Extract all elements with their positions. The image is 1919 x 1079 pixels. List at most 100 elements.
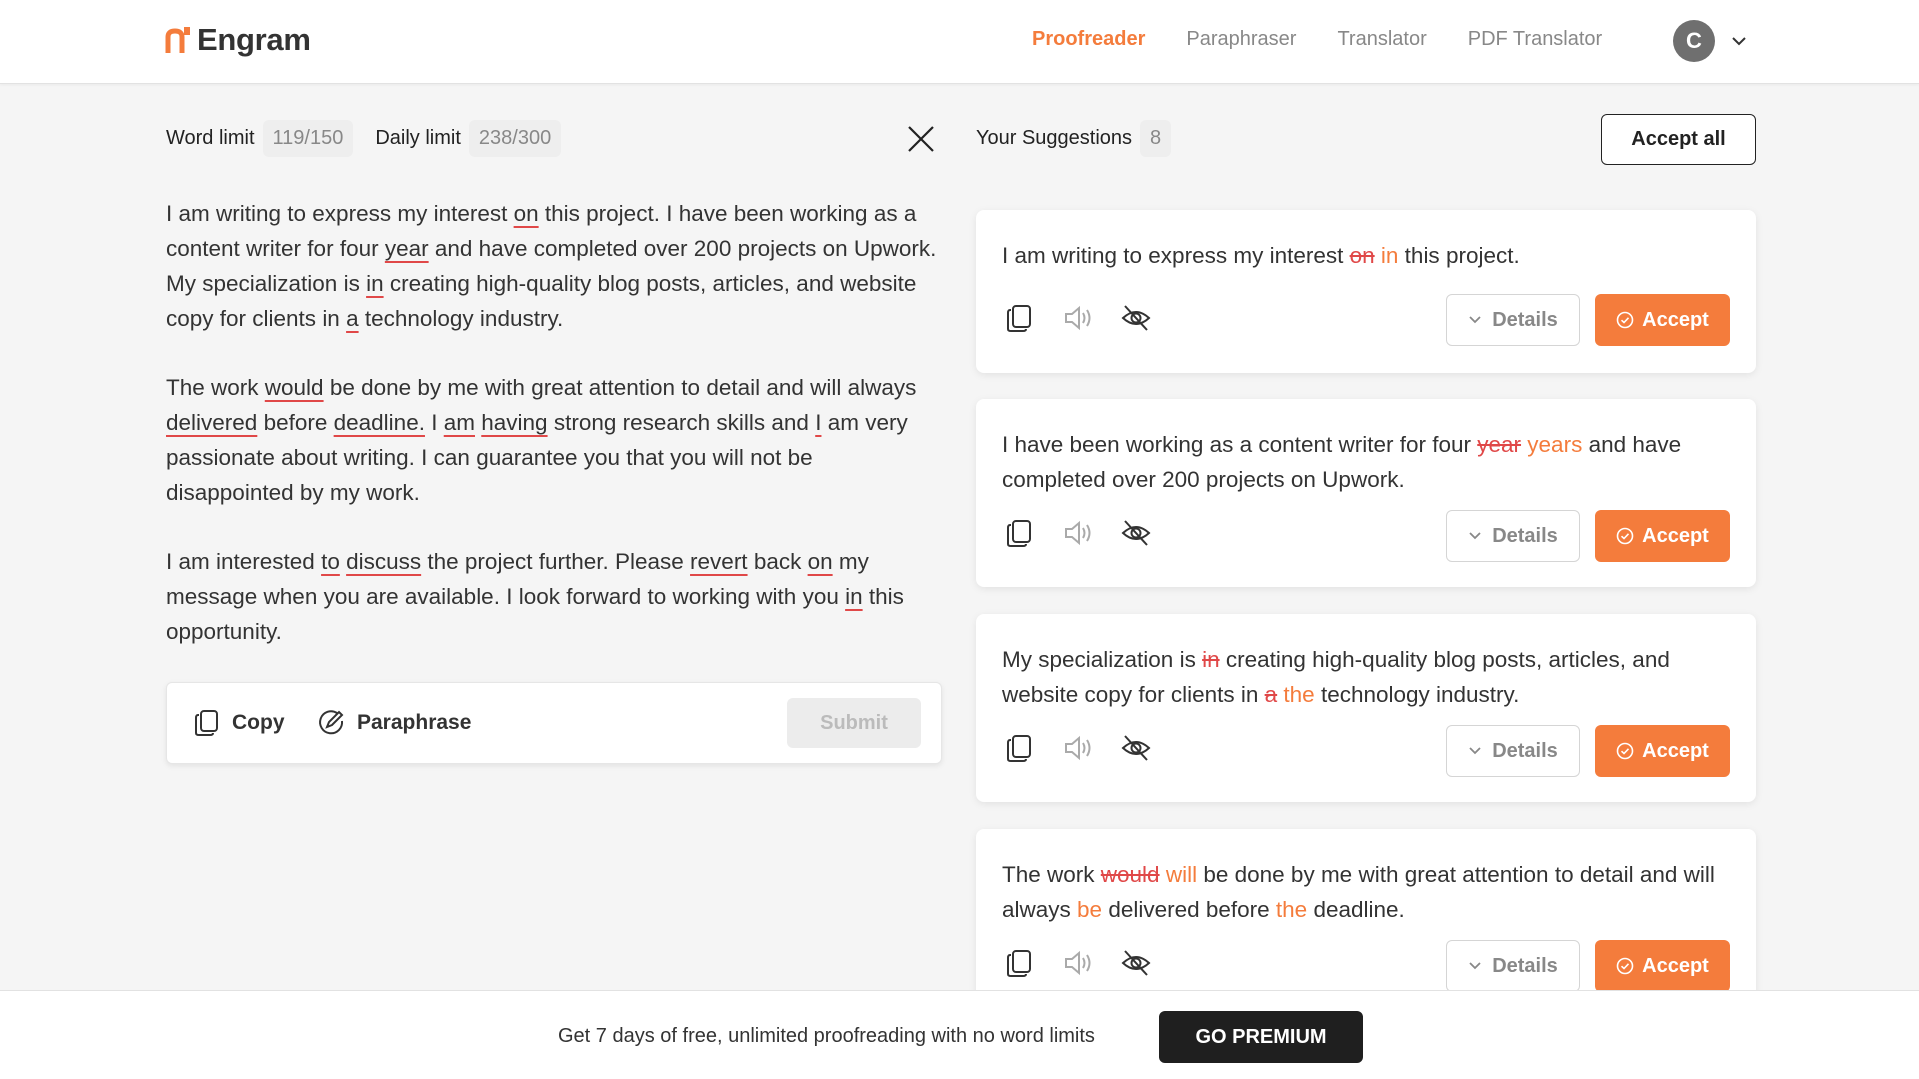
flagged-word[interactable]: on bbox=[808, 549, 833, 574]
suggestion-text: I have been working as a content writer … bbox=[1002, 432, 1682, 492]
accept-button[interactable]: Accept bbox=[1595, 940, 1730, 992]
details-label: Details bbox=[1492, 739, 1558, 762]
editor-paragraph: I am writing to express my interest on t… bbox=[166, 201, 937, 331]
inserted-word: the bbox=[1275, 897, 1308, 922]
removed-word: year bbox=[1477, 432, 1522, 457]
removed-word: would bbox=[1100, 862, 1160, 887]
nav-proofreader[interactable]: Proofreader bbox=[1032, 28, 1145, 51]
main-nav: Proofreader Paraphraser Translator PDF T… bbox=[1032, 28, 1643, 51]
copy-icon[interactable] bbox=[1004, 517, 1036, 549]
editor-action-bar: Copy Paraphrase Submit bbox=[166, 682, 942, 764]
copy-icon[interactable] bbox=[1004, 947, 1036, 979]
editor-paragraph: The work would be done by me with great … bbox=[166, 375, 917, 505]
removed-word: in bbox=[1202, 647, 1220, 672]
accept-button[interactable]: Accept bbox=[1595, 725, 1730, 777]
inserted-word: in bbox=[1380, 243, 1399, 268]
brand-name: Engram bbox=[197, 22, 311, 57]
details-label: Details bbox=[1492, 954, 1558, 977]
details-button[interactable]: Details bbox=[1446, 294, 1580, 346]
go-premium-button[interactable]: GO PREMIUM bbox=[1159, 1011, 1363, 1063]
details-label: Details bbox=[1492, 524, 1558, 547]
word-limit-value: 119/150 bbox=[262, 120, 354, 157]
speaker-icon[interactable] bbox=[1062, 732, 1094, 764]
removed-word: on bbox=[1349, 243, 1375, 268]
suggestion-card: I have been working as a content writer … bbox=[976, 399, 1756, 587]
copy-icon bbox=[195, 710, 218, 736]
suggestion-card: The work would will be done by me with g… bbox=[976, 829, 1756, 1017]
suggestion-text: My specialization is in creating high-qu… bbox=[1002, 647, 1670, 707]
flagged-word[interactable]: on bbox=[514, 201, 539, 226]
flagged-word[interactable]: deadline. bbox=[334, 410, 425, 435]
flagged-word[interactable]: am bbox=[444, 410, 475, 435]
inserted-word: years bbox=[1527, 432, 1583, 457]
flagged-word[interactable]: in bbox=[366, 271, 384, 296]
accept-button[interactable]: Accept bbox=[1595, 294, 1730, 346]
editor-text[interactable]: I am writing to express my interest on t… bbox=[166, 196, 946, 683]
flagged-word[interactable]: delivered bbox=[166, 410, 257, 435]
speaker-icon[interactable] bbox=[1062, 517, 1094, 549]
close-icon[interactable] bbox=[906, 124, 936, 154]
chevron-down-icon[interactable] bbox=[1730, 32, 1748, 50]
suggestion-text: The work would will be done by me with g… bbox=[1002, 862, 1715, 922]
flagged-word[interactable]: discuss bbox=[346, 549, 421, 574]
paraphrase-label: Paraphrase bbox=[357, 711, 472, 734]
paraphrase-button[interactable]: Paraphrase bbox=[317, 709, 471, 737]
top-header: Engram Proofreader Paraphraser Translato… bbox=[0, 0, 1919, 84]
hide-icon[interactable] bbox=[1120, 302, 1152, 334]
details-button[interactable]: Details bbox=[1446, 940, 1580, 992]
chevron-down-icon bbox=[1469, 532, 1481, 540]
inserted-word: the bbox=[1283, 682, 1315, 707]
details-button[interactable]: Details bbox=[1446, 510, 1580, 562]
speaker-icon[interactable] bbox=[1062, 947, 1094, 979]
nav-translator[interactable]: Translator bbox=[1337, 28, 1426, 51]
inserted-word: be bbox=[1077, 897, 1103, 922]
accept-all-button[interactable]: Accept all bbox=[1601, 114, 1756, 165]
copy-label: Copy bbox=[232, 711, 285, 734]
flagged-word[interactable]: to bbox=[321, 549, 340, 574]
copy-button[interactable]: Copy bbox=[194, 709, 285, 737]
chevron-down-icon bbox=[1469, 747, 1481, 755]
avatar[interactable]: C bbox=[1673, 20, 1715, 62]
logo[interactable]: Engram bbox=[165, 22, 311, 58]
flagged-word[interactable]: in bbox=[845, 584, 863, 609]
card-icons bbox=[1004, 732, 1152, 764]
nav-pdf-translator[interactable]: PDF Translator bbox=[1468, 28, 1602, 51]
check-circle-icon bbox=[1616, 957, 1634, 975]
inserted-word: will bbox=[1165, 862, 1198, 887]
daily-limit-value: 238/300 bbox=[468, 120, 562, 157]
copy-icon[interactable] bbox=[1004, 732, 1036, 764]
nav-paraphraser[interactable]: Paraphraser bbox=[1186, 28, 1296, 51]
accept-label: Accept bbox=[1642, 739, 1709, 762]
suggestions-title: Your Suggestions bbox=[976, 127, 1133, 149]
submit-button[interactable]: Submit bbox=[787, 698, 921, 748]
hide-icon[interactable] bbox=[1120, 947, 1152, 979]
suggestion-card: My specialization is in creating high-qu… bbox=[976, 614, 1756, 802]
flagged-word[interactable]: a bbox=[346, 306, 359, 331]
hide-icon[interactable] bbox=[1120, 732, 1152, 764]
hide-icon[interactable] bbox=[1120, 517, 1152, 549]
chevron-down-icon bbox=[1469, 316, 1481, 324]
removed-word: a bbox=[1264, 682, 1278, 707]
check-circle-icon bbox=[1616, 742, 1634, 760]
copy-icon[interactable] bbox=[1004, 302, 1036, 334]
limits-bar: Word limit 119/150 Daily limit 238/300 bbox=[166, 120, 583, 157]
card-icons bbox=[1004, 517, 1152, 549]
check-circle-icon bbox=[1616, 311, 1634, 329]
flagged-word[interactable]: would bbox=[265, 375, 324, 400]
card-icons bbox=[1004, 302, 1152, 334]
editor-paragraph: I am interested to discuss the project f… bbox=[166, 549, 904, 644]
accept-label: Accept bbox=[1642, 954, 1709, 977]
details-button[interactable]: Details bbox=[1446, 725, 1580, 777]
speaker-icon[interactable] bbox=[1062, 302, 1094, 334]
accept-label: Accept bbox=[1642, 524, 1709, 547]
flagged-word[interactable]: year bbox=[385, 236, 429, 261]
daily-limit-label: Daily limit bbox=[375, 127, 461, 149]
suggestion-card: I am writing to express my interest on i… bbox=[976, 210, 1756, 373]
card-icons bbox=[1004, 947, 1152, 979]
suggestion-text: I am writing to express my interest on i… bbox=[1002, 243, 1520, 268]
paraphrase-icon bbox=[319, 710, 344, 735]
accept-button[interactable]: Accept bbox=[1595, 510, 1730, 562]
check-circle-icon bbox=[1616, 527, 1634, 545]
flagged-word[interactable]: having bbox=[481, 410, 547, 435]
flagged-word[interactable]: revert bbox=[690, 549, 748, 574]
